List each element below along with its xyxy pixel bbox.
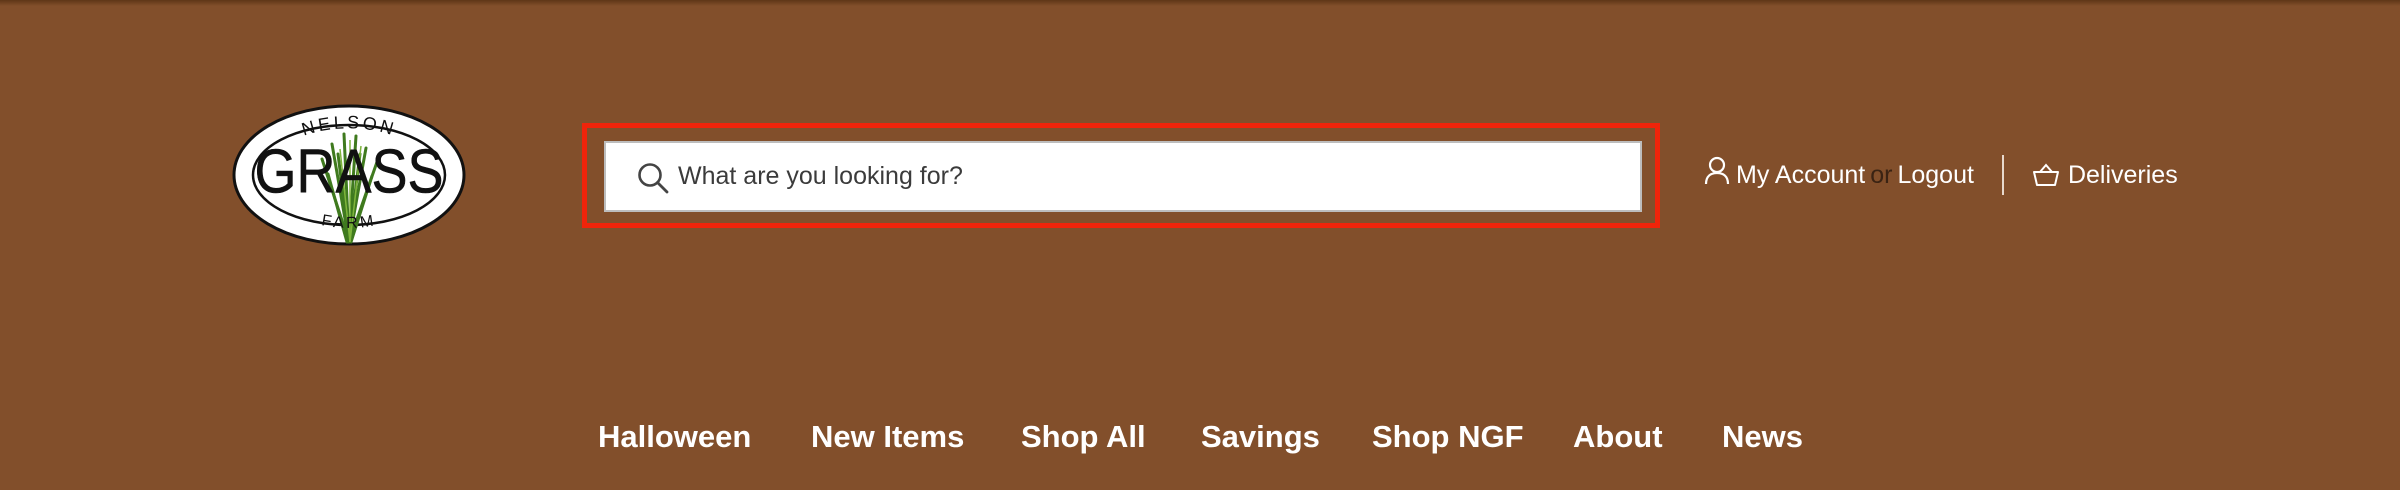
nelson-grass-farm-logo[interactable]: NELSON FARM GRASS bbox=[232, 104, 466, 246]
my-account-link[interactable]: My Account bbox=[1736, 161, 1865, 190]
nav-item-shop-all[interactable]: Shop All bbox=[1021, 410, 1146, 464]
nav-item-about[interactable]: About bbox=[1573, 410, 1663, 464]
basket-icon[interactable] bbox=[2032, 162, 2060, 188]
main-nav: Halloween New Items Shop All Savings Sho… bbox=[0, 410, 2400, 464]
site-header: NELSON FARM GRASS My Account or Logout D… bbox=[0, 0, 2400, 490]
nav-item-news[interactable]: News bbox=[1722, 410, 1803, 464]
logo-arc-bottom-text: FARM bbox=[320, 212, 374, 232]
deliveries-link[interactable]: Deliveries bbox=[2068, 161, 2178, 190]
search-icon[interactable] bbox=[636, 161, 670, 195]
account-links: My Account or Logout Deliveries bbox=[1704, 152, 2178, 198]
nav-item-halloween[interactable]: Halloween bbox=[598, 410, 751, 464]
header-bottom-edge bbox=[0, 490, 2400, 495]
user-icon[interactable] bbox=[1704, 156, 1730, 186]
account-divider bbox=[2001, 155, 2004, 195]
nav-item-savings[interactable]: Savings bbox=[1201, 410, 1320, 464]
logout-link[interactable]: Logout bbox=[1897, 161, 1973, 190]
search-bar[interactable] bbox=[604, 141, 1642, 212]
header-top-shadow bbox=[0, 0, 2400, 6]
or-separator: or bbox=[1870, 160, 1893, 189]
nav-item-new-items[interactable]: New Items bbox=[811, 410, 964, 464]
search-input[interactable] bbox=[678, 143, 1618, 210]
logo-center-text: GRASS bbox=[254, 137, 443, 206]
svg-text:FARM: FARM bbox=[320, 212, 377, 232]
nav-item-shop-ngf[interactable]: Shop NGF bbox=[1372, 410, 1524, 464]
